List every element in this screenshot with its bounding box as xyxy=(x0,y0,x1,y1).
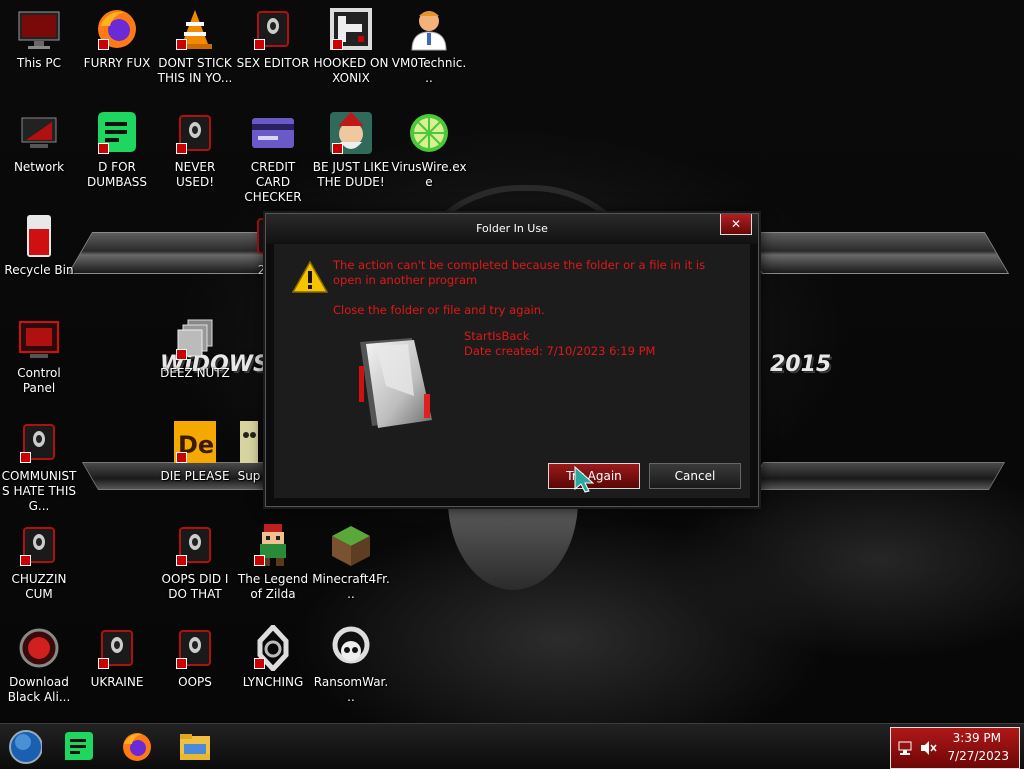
vlc-cone-icon xyxy=(172,6,218,52)
taskbar-chat-app[interactable] xyxy=(62,730,96,764)
lime-icon xyxy=(406,110,452,156)
desktop-icon-never-used[interactable]: NEVER USED! xyxy=(156,110,234,190)
alienware-app-icon xyxy=(250,6,296,52)
desktop-icon-die-please[interactable]: De DIE PLEASE xyxy=(156,419,234,484)
desktop-icon-recycle-bin[interactable]: Recycle Bin xyxy=(0,213,78,278)
desktop-icon-d-for-dumbass[interactable]: D FOR DUMBASS xyxy=(78,110,156,190)
file-explorer-icon xyxy=(180,734,210,760)
dialog-close-button[interactable]: ✕ xyxy=(720,214,752,235)
cancel-button[interactable]: Cancel xyxy=(649,463,741,489)
desktop-icon-legend-of-zilda[interactable]: The Legend of Zilda xyxy=(234,522,312,602)
recycle-bin-icon xyxy=(16,213,62,259)
folder-in-use-dialog: Folder In Use ✕ The action can't be comp… xyxy=(265,213,759,507)
green-chat-icon xyxy=(65,732,93,760)
desktop-icon-vm0technic[interactable]: VM0Technic... xyxy=(390,6,468,86)
firefox-icon xyxy=(94,6,140,52)
desktop-icon-oops[interactable]: OOPS xyxy=(156,625,234,690)
desktop-icon-xonix[interactable]: HOOKED ON XONIX xyxy=(312,6,390,86)
desktop-icon-ransomware[interactable]: RansomWar... xyxy=(312,625,390,705)
desktop-icon-ukraine[interactable]: UKRAINE xyxy=(78,625,156,690)
warning-icon xyxy=(291,260,329,294)
clock-date: 7/27/2023 xyxy=(947,749,1009,763)
folder-icon xyxy=(352,336,452,436)
desktop-icon-control-panel[interactable]: Control Panel xyxy=(0,316,78,396)
start-button[interactable] xyxy=(8,730,42,764)
taskbar: 3:39 PM 7/27/2023 xyxy=(0,723,1024,769)
desktop-icon-lynching[interactable]: LYNCHING xyxy=(234,625,312,690)
desktop-icon-minecraft[interactable]: Minecraft4Fr... xyxy=(312,522,390,602)
dialog-title: Folder In Use xyxy=(266,214,758,244)
stack-icon xyxy=(172,316,218,362)
monitor-icon xyxy=(16,6,62,52)
wallpaper-text-right: 2015 xyxy=(770,352,832,377)
desktop-icon-this-pc[interactable]: This PC xyxy=(0,6,78,71)
de-logo-icon: De xyxy=(172,419,218,465)
desktop-icon-oops-did-i[interactable]: OOPS DID I DO THAT xyxy=(156,522,234,602)
desktop-icon-dont-stick[interactable]: DONT STICK THIS IN YO... xyxy=(156,6,234,86)
mouse-cursor-icon xyxy=(573,465,597,493)
desktop-icon-sup[interactable]: Sup xyxy=(234,419,264,484)
alienware-app-icon xyxy=(172,625,218,671)
desktop-icon-sex-editor[interactable]: SEX EDITOR xyxy=(234,6,312,71)
file-date: Date created: 7/10/2023 6:19 PM xyxy=(464,344,656,358)
desktop-icon-chuzzin[interactable]: CHUZZIN CUM xyxy=(0,522,78,602)
desktop-icon-credit-card[interactable]: CREDIT CARD CHECKER xyxy=(234,110,312,205)
firefox-icon xyxy=(123,733,151,761)
alienware-app-icon xyxy=(16,419,62,465)
xonix-game-icon xyxy=(328,6,374,52)
desktop-icon-be-like-dude[interactable]: BE JUST LIKE THE DUDE! xyxy=(312,110,390,190)
network-tray-icon[interactable] xyxy=(897,740,913,756)
desktop-icon-viruswire[interactable]: VirusWire.exe xyxy=(390,110,468,190)
alienware-app-icon xyxy=(172,522,218,568)
pixel-hero-icon xyxy=(250,522,296,568)
elf-icon xyxy=(328,110,374,156)
alienware-app-icon xyxy=(94,625,140,671)
wallpaper-bar-right xyxy=(746,462,1006,490)
start-orb-icon xyxy=(9,730,42,764)
skull-icon xyxy=(234,419,264,465)
credit-card-icon xyxy=(250,110,296,156)
system-tray[interactable]: 3:39 PM 7/27/2023 xyxy=(890,727,1020,769)
green-chat-icon xyxy=(94,110,140,156)
grass-block-icon xyxy=(328,522,374,568)
wallpaper-wing-right xyxy=(737,232,1010,274)
desktop-icon-network[interactable]: Network xyxy=(0,110,78,175)
desktop-icon-communists[interactable]: COMMUNISTS HATE THIS G... xyxy=(0,419,78,514)
doctor-icon xyxy=(406,6,452,52)
dialog-message: The action can't be completed because th… xyxy=(333,258,706,287)
skull-ring-icon xyxy=(328,625,374,671)
taskbar-firefox[interactable] xyxy=(120,730,154,764)
clock-time: 3:39 PM xyxy=(952,731,1001,745)
file-name: StartIsBack xyxy=(464,329,530,343)
control-panel-icon xyxy=(16,316,62,362)
dialog-hint: Close the folder or file and try again. xyxy=(333,303,545,317)
network-icon xyxy=(16,110,62,156)
alienware-app-icon xyxy=(16,522,62,568)
desktop-icon-deez-nutz[interactable]: DEEZ NUTZ xyxy=(156,316,234,381)
desktop-icon-furry-fux[interactable]: FURRY FUX xyxy=(78,6,156,71)
alienware-app-icon xyxy=(172,110,218,156)
dialog-body: The action can't be completed because th… xyxy=(274,244,750,498)
taskbar-file-explorer[interactable] xyxy=(178,730,212,764)
rope-icon xyxy=(250,625,296,671)
desktop-icon-download-black-ali[interactable]: Download Black Ali... xyxy=(0,625,78,705)
red-orb-icon xyxy=(16,625,62,671)
volume-muted-icon[interactable] xyxy=(919,740,937,756)
